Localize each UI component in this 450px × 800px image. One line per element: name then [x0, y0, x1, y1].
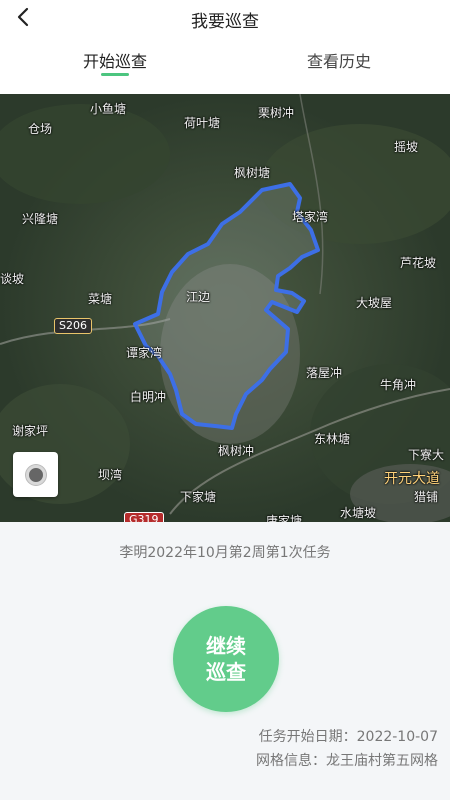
tab-bar: 开始巡查 查看历史 — [0, 40, 450, 92]
map-label: 猎铺 — [414, 490, 439, 504]
nav-bar: 我要巡查 — [0, 0, 450, 34]
map-label: 白明冲 — [130, 390, 167, 404]
map-label: 枫树塘 — [234, 166, 271, 180]
continue-button-line1: 继续 — [206, 634, 246, 658]
map-label: 东林塘 — [314, 432, 351, 446]
map-label: 江边 — [186, 290, 211, 304]
map-label: 下寮大 — [408, 448, 445, 462]
task-name: 李明2022年10月第2周第1次任务 — [119, 545, 331, 561]
continue-button-line2: 巡查 — [206, 660, 246, 684]
map-label: 仓场 — [28, 122, 53, 136]
tab-view-history[interactable]: 查看历史 — [264, 48, 414, 72]
page-title: 我要巡查 — [191, 12, 259, 32]
map-label: 塔家湾 — [292, 210, 329, 224]
map-label: 兴隆塘 — [22, 212, 59, 226]
road-shield: G319 — [124, 512, 164, 522]
map-label: 牛角冲 — [380, 378, 417, 392]
locate-button[interactable] — [13, 452, 58, 497]
map-label: 枫树冲 — [218, 444, 255, 458]
map-label: 谭家湾 — [126, 346, 163, 360]
map-label: 开元大道 — [384, 471, 440, 487]
tab-start-inspection[interactable]: 开始巡查 — [40, 48, 190, 72]
grid-info: 网格信息：龙王庙村第五网格 — [256, 753, 438, 769]
locate-icon — [25, 464, 46, 485]
map-label: 荷叶塘 — [184, 116, 221, 130]
map-label: 谈坡 — [0, 272, 25, 286]
task-panel: 李明2022年10月第2周第1次任务 继续 巡查 任务开始日期：2022-10-… — [0, 522, 450, 800]
map-label: 水塘坡 — [340, 506, 377, 520]
map-label: 菜塘 — [88, 292, 113, 306]
map-label: 唐家塘 — [266, 514, 303, 522]
map-label: 小鱼塘 — [90, 102, 127, 116]
active-tab-indicator — [101, 73, 129, 76]
map-label: 谢家坪 — [12, 424, 49, 438]
map-label: 摇坡 — [394, 140, 419, 154]
map-label: 大坡屋 — [356, 296, 393, 310]
road-shield: S206 — [54, 318, 92, 334]
map-label: 坝湾 — [98, 468, 123, 482]
map-view[interactable]: 小鱼塘 荷叶塘 栗树冲 仓场 摇坡 枫树塘 兴隆塘 塔家湾 芦花坡 谈坡 菜塘 … — [0, 94, 450, 522]
map-label: 芦花坡 — [400, 256, 437, 270]
task-start-date: 任务开始日期：2022-10-07 — [258, 729, 438, 745]
continue-inspection-button[interactable]: 继续 巡查 — [173, 606, 279, 712]
map-label: 栗树冲 — [258, 106, 295, 120]
map-label: 下家塘 — [180, 490, 217, 504]
map-label: 落屋冲 — [306, 366, 343, 380]
